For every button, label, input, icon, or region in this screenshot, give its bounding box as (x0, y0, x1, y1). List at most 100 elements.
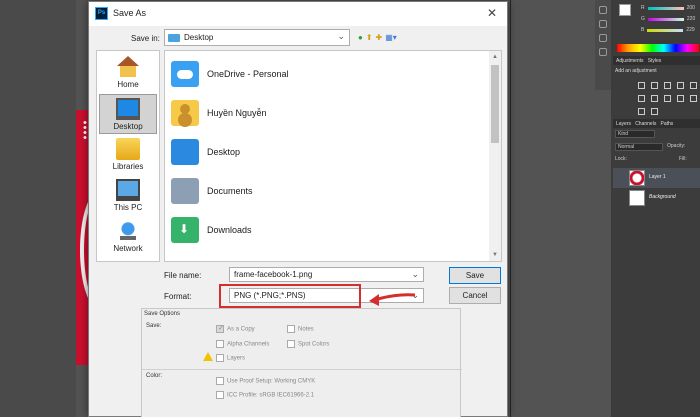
exposure-icon[interactable] (677, 82, 684, 89)
save-label: Save: (146, 323, 162, 329)
save-in-label: Save in: (131, 34, 160, 43)
place-network[interactable]: Network (99, 217, 157, 257)
g-slider[interactable]: G 220 (641, 15, 700, 23)
tab-channels[interactable]: Channels (635, 121, 656, 127)
scroll-up-icon[interactable]: ▲ (489, 51, 501, 63)
lock-label: Lock: (615, 156, 627, 162)
brightness-icon[interactable] (638, 82, 645, 89)
photoshop-panels: R 200 G 220 B 229 Adjustments Styles Add… (510, 0, 700, 417)
list-item[interactable]: Documents (169, 174, 489, 210)
back-icon[interactable]: ● (358, 33, 363, 42)
list-item[interactable]: Downloads (169, 213, 489, 249)
tab-styles[interactable]: Styles (648, 58, 662, 64)
layer1-thumbnail (629, 170, 645, 186)
as-a-copy-checkbox[interactable]: As a Copy (216, 324, 255, 333)
color-balance-icon[interactable] (651, 95, 658, 102)
kind-filter[interactable]: Kind (615, 130, 655, 138)
panel-dock-area (511, 0, 611, 417)
file-name-field[interactable]: frame-facebook-1.png ⌄ (229, 267, 424, 282)
scroll-down-icon[interactable]: ▼ (489, 249, 501, 261)
place-home[interactable]: Home (99, 53, 157, 93)
new-folder-icon[interactable]: ✚ (376, 33, 383, 42)
red-arrow-annotation (369, 293, 416, 306)
view-menu-icon[interactable]: ▦▾ (385, 33, 397, 42)
adjustment-icons (635, 80, 700, 119)
folder-icon (168, 34, 180, 42)
save-in-dropdown[interactable]: Desktop ⌄ (164, 29, 350, 46)
dialog-titlebar[interactable]: Ps Save As ✕ (89, 2, 507, 26)
properties-panel-icon[interactable] (599, 48, 607, 56)
photo-filter-icon[interactable] (677, 95, 684, 102)
invert-icon[interactable] (638, 108, 645, 115)
color-panel: R 200 G 220 B 229 (613, 0, 700, 62)
onedrive-folder-icon (171, 61, 199, 87)
this-pc-icon (116, 179, 140, 201)
hue-sat-icon[interactable] (638, 95, 645, 102)
warning-icon (203, 352, 213, 361)
desktop-icon (116, 98, 140, 120)
vibrance-icon[interactable] (690, 82, 697, 89)
cancel-button[interactable]: Cancel (449, 287, 501, 304)
color-spectrum-bar[interactable] (617, 44, 699, 52)
save-button[interactable]: Save (449, 267, 501, 284)
file-list-scrollbar[interactable]: ▲ ▼ (489, 51, 501, 261)
file-name-label: File name: (164, 271, 202, 280)
format-highlight-box (219, 284, 361, 308)
home-icon (116, 56, 140, 78)
icc-profile-checkbox[interactable]: ICC Profile: sRGB IEC61966-2.1 (216, 391, 314, 399)
chevron-down-icon[interactable]: ⌄ (411, 269, 419, 280)
place-desktop[interactable]: Desktop (99, 94, 157, 134)
background-thumbnail (629, 190, 645, 206)
up-folder-icon[interactable]: ⬆ (366, 33, 373, 42)
use-proof-setup-checkbox[interactable]: Use Proof Setup: Working CMYK (216, 377, 315, 385)
file-list: OneDrive - Personal Huyền Nguyễn Desktop… (164, 50, 502, 262)
alpha-channels-checkbox[interactable]: Alpha Channels (216, 340, 269, 348)
r-slider[interactable]: R 200 (641, 4, 700, 12)
format-label: Format: (164, 292, 192, 301)
tab-adjustments[interactable]: Adjustments (616, 58, 644, 64)
workspace-left-area (0, 0, 76, 417)
channel-mixer-icon[interactable] (690, 95, 697, 102)
place-libraries[interactable]: Libraries (99, 135, 157, 175)
notes-checkbox[interactable]: Notes (287, 325, 314, 333)
desktop-folder-icon (171, 139, 199, 165)
swatches-panel-icon[interactable] (599, 20, 607, 28)
documents-folder-icon (171, 178, 199, 204)
downloads-folder-icon (171, 217, 199, 243)
layers-checkbox[interactable]: Layers (216, 354, 245, 362)
posterize-icon[interactable] (651, 108, 658, 115)
curves-icon[interactable] (664, 82, 671, 89)
save-as-dialog: Ps Save As ✕ Save in: Desktop ⌄ ● ⬆ ✚ ▦▾… (88, 1, 508, 417)
list-item[interactable]: Desktop (169, 135, 489, 171)
save-options-header: Save Options (144, 311, 181, 317)
bw-icon[interactable] (664, 95, 671, 102)
chevron-down-icon: ⌄ (337, 31, 345, 41)
user-folder-icon (171, 100, 199, 126)
tab-layers[interactable]: Layers (616, 121, 631, 127)
list-item[interactable]: Huyền Nguyễn (169, 96, 489, 132)
history-panel-icon[interactable] (599, 34, 607, 42)
list-item[interactable]: OneDrive - Personal (169, 57, 489, 93)
color-label: Color: (146, 373, 163, 379)
layer-row-background[interactable]: Background (613, 188, 700, 208)
foreground-color-swatch[interactable] (619, 4, 631, 16)
blend-mode-select[interactable]: Normal (615, 143, 663, 151)
scrollbar-thumb[interactable] (491, 65, 499, 143)
levels-icon[interactable] (651, 82, 658, 89)
places-sidebar: Home Desktop Libraries This PC Network (96, 50, 160, 262)
network-icon (116, 220, 140, 242)
dialog-title: Save As (113, 8, 147, 18)
spot-colors-checkbox[interactable]: Spot Colors (287, 340, 329, 348)
place-this-pc[interactable]: This PC (99, 176, 157, 216)
save-options-panel: Save Options Save: As a Copy Notes Alpha… (141, 308, 462, 417)
b-slider[interactable]: B 229 (641, 26, 700, 34)
navigation-toolbar: ● ⬆ ✚ ▦▾ (358, 30, 397, 44)
add-adjustment-label: Add an adjustment (615, 68, 657, 74)
tab-paths[interactable]: Paths (661, 121, 674, 127)
layer-row-layer1[interactable]: Layer 1 (613, 168, 700, 188)
fill-label: Fill: (679, 156, 687, 162)
photoshop-app-icon: Ps (95, 7, 108, 20)
close-icon[interactable]: ✕ (485, 6, 499, 20)
libraries-icon (116, 138, 140, 160)
color-panel-icon[interactable] (599, 6, 607, 14)
